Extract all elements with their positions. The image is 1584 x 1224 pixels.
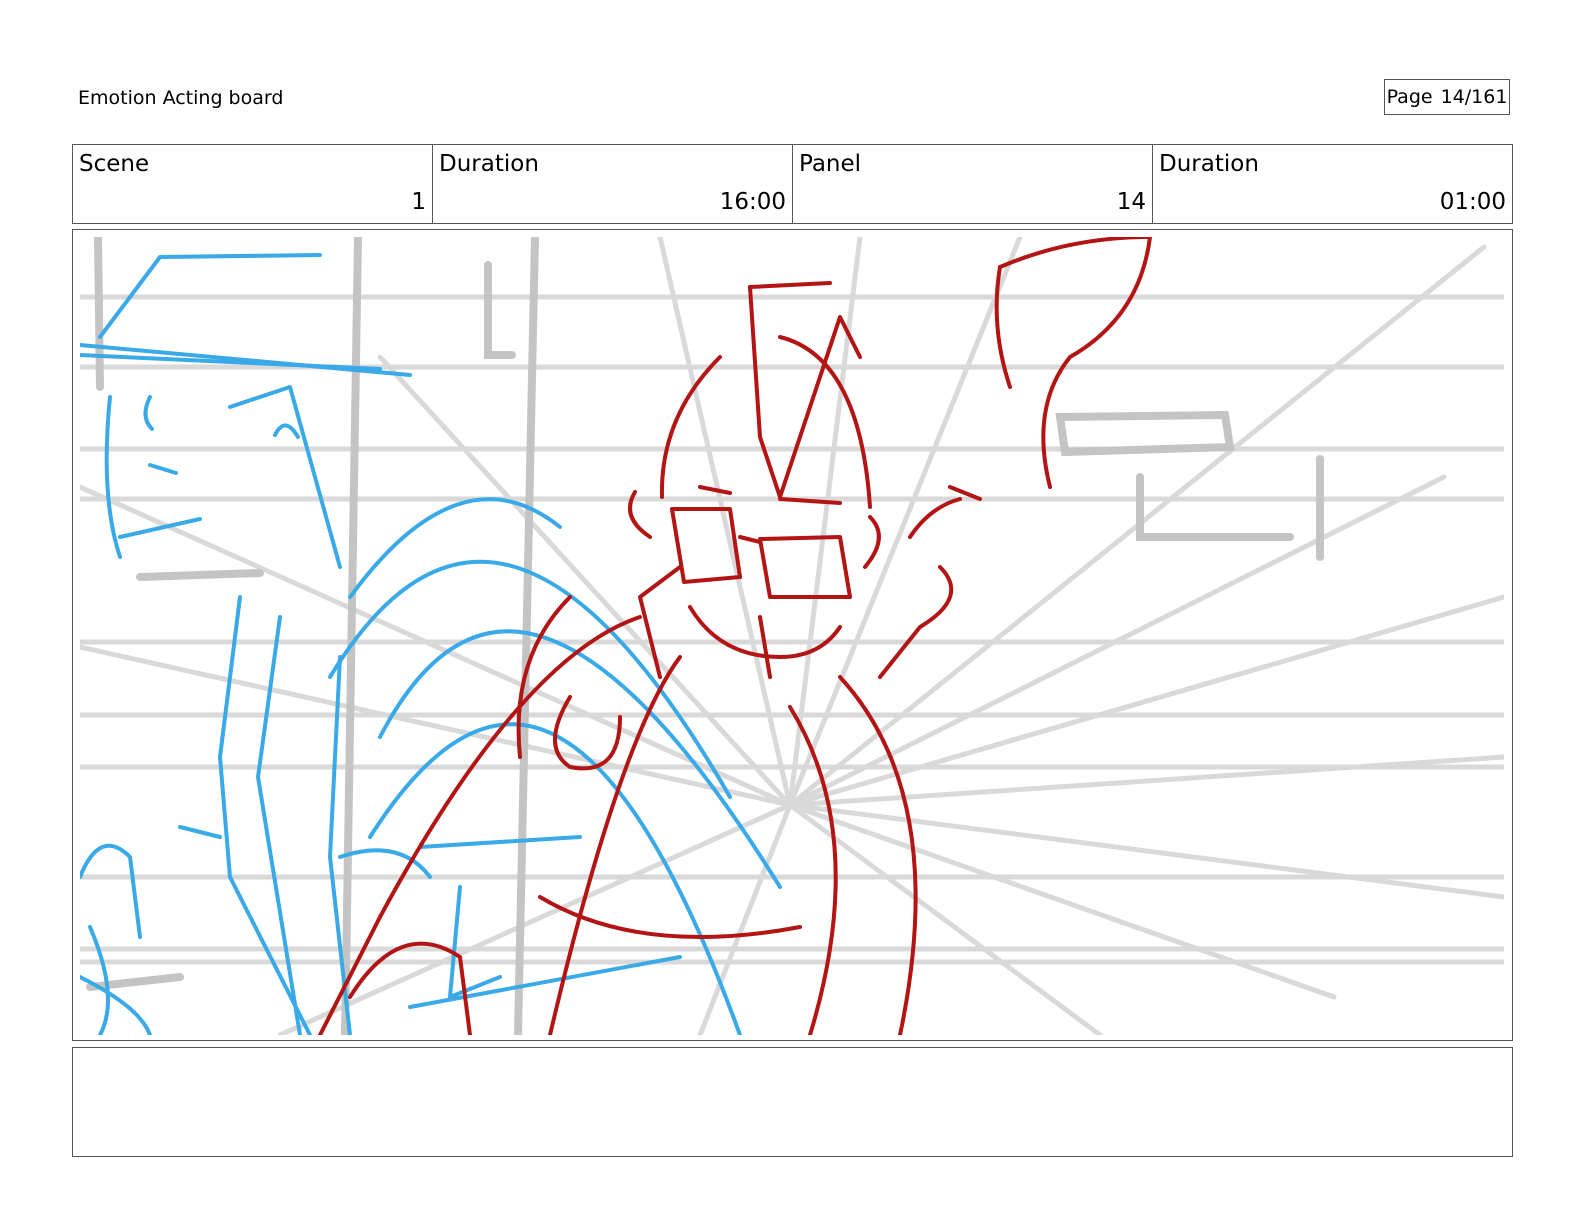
- blue-hand: [80, 843, 142, 939]
- blue-eye: [148, 463, 178, 475]
- perspective-guides: [80, 237, 1504, 1035]
- red-glasses-right: [758, 535, 852, 599]
- page-number: 14/161: [1440, 86, 1508, 108]
- grey-stroke: [136, 569, 264, 581]
- red-glasses-bridge: [738, 535, 762, 544]
- storyboard-sketch: [80, 237, 1504, 1035]
- panel-duration-value: 01:00: [1439, 189, 1506, 215]
- red-character-sketch: [318, 237, 1152, 1035]
- blue-face: [228, 385, 342, 569]
- red-head: [778, 335, 872, 509]
- panel-duration-label: Duration: [1159, 151, 1259, 177]
- scene-duration-cell: Duration 16:00: [433, 145, 793, 223]
- grey-sign: [484, 261, 516, 359]
- panel-duration-cell: Duration 01:00: [1153, 145, 1512, 223]
- scene-duration-label: Duration: [439, 151, 539, 177]
- blue-fist: [448, 885, 502, 999]
- blue-hand: [88, 925, 110, 1035]
- blue-hat-brim: [80, 343, 412, 377]
- blue-eye: [143, 395, 154, 431]
- blue-stroke: [178, 825, 222, 839]
- board-title: Emotion Acting board: [78, 87, 284, 109]
- panel-value: 14: [1116, 189, 1146, 215]
- panel-label: Panel: [799, 151, 862, 177]
- blue-ear: [273, 423, 300, 439]
- panel-info-table: Scene 1 Duration 16:00 Panel 14 Duration…: [72, 144, 1513, 224]
- red-stroke: [878, 565, 954, 679]
- red-mohawk: [748, 281, 832, 289]
- scene-label: Scene: [79, 151, 150, 177]
- red-ear: [863, 515, 881, 569]
- red-beard: [758, 615, 772, 679]
- grey-post: [94, 237, 104, 391]
- scene-value: 1: [411, 189, 426, 215]
- page-indicator: Page 14/161: [1384, 79, 1510, 115]
- red-cape: [838, 675, 918, 1035]
- blue-back: [368, 722, 742, 1035]
- guide-line: [377, 354, 793, 808]
- guide-line: [787, 802, 1337, 1000]
- red-belt: [538, 895, 802, 939]
- red-stroke: [908, 497, 962, 539]
- background-props: [86, 237, 1324, 1035]
- grey-sign: [1055, 410, 1235, 457]
- blue-head: [104, 395, 122, 559]
- guide-line: [80, 644, 793, 808]
- sketch-drawing: [80, 237, 1504, 1035]
- page-label: Page: [1386, 86, 1433, 108]
- scene-cell: Scene 1: [73, 145, 433, 223]
- blue-stroke: [418, 835, 582, 849]
- scene-duration-value: 16:00: [719, 189, 786, 215]
- panel-cell: Panel 14: [793, 145, 1153, 223]
- panel-notes-box[interactable]: [72, 1047, 1513, 1157]
- grey-stroke: [86, 973, 184, 991]
